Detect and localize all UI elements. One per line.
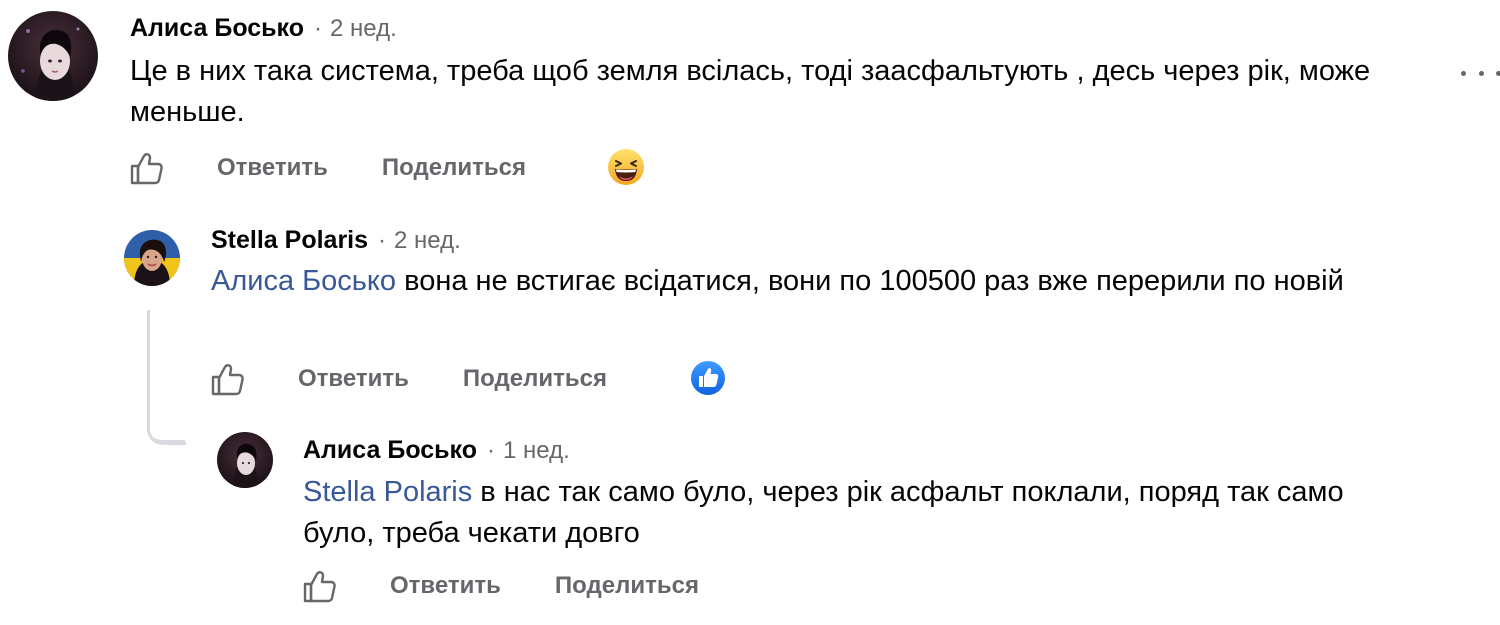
comment-text: Stella Polaris в нас так само було, чере… (303, 472, 1413, 554)
comment-timestamp[interactable]: 1 нед. (503, 437, 570, 465)
avatar[interactable] (217, 432, 273, 488)
like-button[interactable] (300, 567, 338, 605)
reply-button[interactable]: Ответить (390, 572, 501, 600)
mention-link[interactable]: Stella Polaris (303, 476, 472, 508)
share-button[interactable]: Поделиться (555, 572, 699, 600)
meta-separator: · (487, 437, 495, 464)
thumbs-up-icon (303, 571, 336, 603)
comment-alisa-2: Алиса Босько · 1 нед. Stella Polaris в н… (0, 0, 1500, 625)
author-name[interactable]: Алиса Босько (303, 436, 477, 465)
